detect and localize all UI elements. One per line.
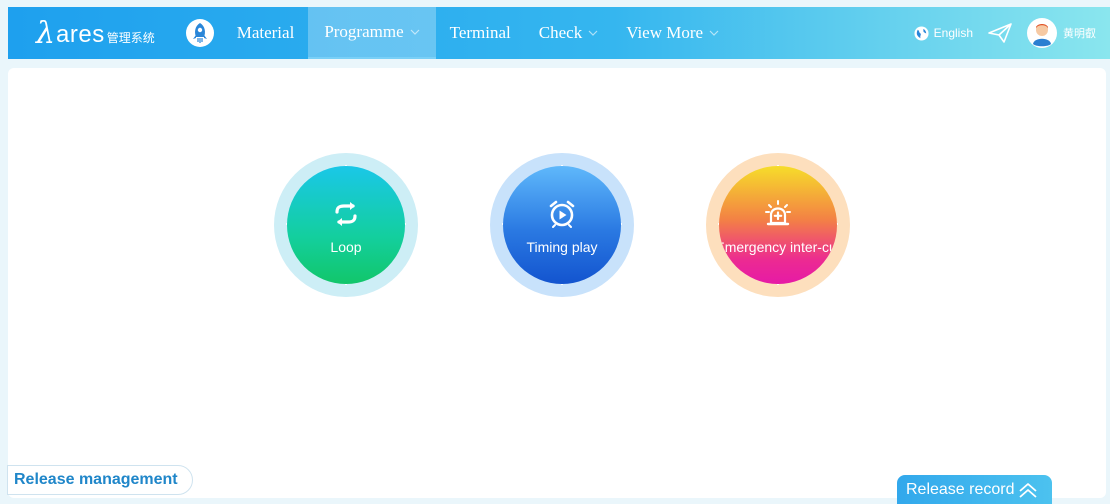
mode-timing-play-label: Timing play bbox=[526, 239, 598, 255]
release-management-button[interactable]: Release management bbox=[7, 465, 193, 495]
nav-material-label: Material bbox=[236, 23, 295, 42]
logo-subtitle: 管理系统 bbox=[106, 31, 155, 45]
rocket-app-icon[interactable] bbox=[185, 18, 215, 48]
language-selector[interactable]: English bbox=[934, 26, 973, 40]
main-nav: Material Programme Terminal Check View M… bbox=[223, 7, 733, 59]
chevron-down-icon bbox=[588, 30, 598, 36]
nav-terminal-label: Terminal bbox=[449, 23, 511, 42]
user-name[interactable]: 黄明叡 bbox=[1063, 25, 1096, 41]
logo-word: ares bbox=[56, 21, 105, 48]
alarm-clock-icon bbox=[549, 200, 575, 228]
mode-timing-play-face: Timing play bbox=[503, 166, 621, 284]
nav-view-more[interactable]: View More bbox=[612, 7, 733, 59]
nav-material[interactable]: Material bbox=[223, 7, 309, 59]
header-actions: English 黄明叡 bbox=[914, 18, 1096, 48]
nav-check-label: Check bbox=[538, 23, 583, 42]
top-nav-bar: λ ares 管理系统 Material Programme Terminal … bbox=[8, 7, 1110, 59]
globe-icon[interactable] bbox=[914, 25, 929, 41]
mode-timing-play-button[interactable]: Timing play bbox=[490, 153, 634, 297]
send-paper-plane-icon[interactable] bbox=[987, 22, 1013, 44]
siren-icon bbox=[765, 200, 791, 226]
release-record-button[interactable]: Release record bbox=[897, 475, 1052, 504]
release-management-label: Release management bbox=[14, 471, 178, 488]
nav-check[interactable]: Check bbox=[525, 7, 612, 59]
double-chevron-up-icon bbox=[1018, 482, 1037, 498]
nav-programme-label: Programme bbox=[324, 22, 404, 41]
user-avatar[interactable] bbox=[1027, 18, 1057, 48]
logo-mark: λ bbox=[36, 16, 56, 51]
nav-programme[interactable]: Programme bbox=[308, 7, 436, 59]
release-record-label: Release record bbox=[906, 480, 1015, 498]
app-logo[interactable]: λ ares 管理系统 bbox=[36, 16, 155, 51]
mode-emergency-face: Emergency inter-cut bbox=[719, 166, 837, 284]
mode-loop-label: Loop bbox=[330, 239, 362, 255]
mode-emergency-label: Emergency inter-cut bbox=[719, 239, 837, 255]
nav-view-more-label: View More bbox=[626, 23, 704, 42]
loop-icon bbox=[335, 202, 357, 226]
mode-emergency-button[interactable]: Emergency inter-cut bbox=[706, 153, 850, 297]
nav-terminal[interactable]: Terminal bbox=[436, 7, 525, 59]
chevron-down-icon bbox=[410, 29, 420, 35]
chevron-down-icon bbox=[709, 30, 719, 36]
mode-loop-button[interactable]: Loop bbox=[274, 153, 418, 297]
mode-loop-face: Loop bbox=[287, 166, 405, 284]
